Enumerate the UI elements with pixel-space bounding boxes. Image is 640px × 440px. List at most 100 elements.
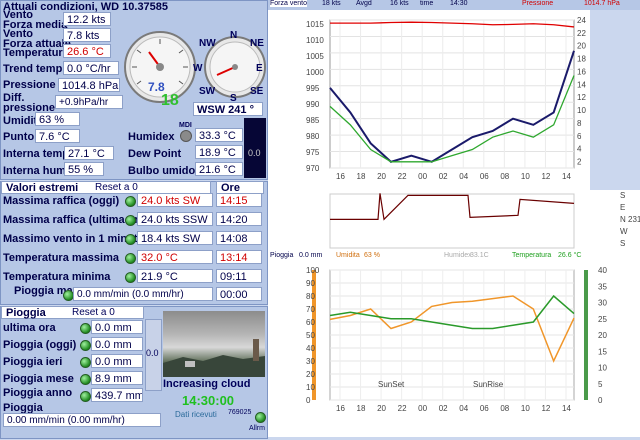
y-left-tick-label: 1005 xyxy=(306,52,324,61)
bottom-legend-temp-value: 26.6 °C xyxy=(558,252,582,259)
y-left-tick-label: 970 xyxy=(306,164,320,173)
wind-pressure-svg: 16 18 20 22 00 02 04 06 08 10 12 141015101010051000… xyxy=(306,16,586,181)
y-left-tick-label: 80 xyxy=(306,292,315,301)
compass-ne: NE xyxy=(250,38,264,49)
x-tick-label: 20 xyxy=(377,172,386,181)
sunset-label: SunSet xyxy=(378,380,405,389)
y-left-tick-label: 70 xyxy=(306,305,315,314)
x-tick-label: 00 xyxy=(418,404,427,413)
direction-axis-label: S xyxy=(620,191,625,200)
rain-row-led xyxy=(80,340,91,351)
y-right-tick-label: 10 xyxy=(577,106,586,115)
rain-row-label: ultima ora xyxy=(3,322,56,334)
rain-reset[interactable]: Reset a 0 xyxy=(72,307,115,318)
y-left-tick-label: 975 xyxy=(306,148,320,157)
alarm-led xyxy=(255,412,266,423)
top-legend-value: 14:30 xyxy=(450,0,468,7)
bottom-legend-humidex-label: Humidex xyxy=(444,252,472,259)
direction-axis-label: E xyxy=(620,203,625,212)
humidex-value: 33.3 °C xyxy=(195,128,243,142)
y-left-tick-label: 1000 xyxy=(306,68,324,77)
y-right-tick-label: 22 xyxy=(577,29,586,38)
int-hum-value: 55 % xyxy=(64,162,104,176)
rain-row-value: 439.7 mm xyxy=(91,388,143,402)
y-left-tick-label: 30 xyxy=(306,357,315,366)
rain-row-led xyxy=(80,323,91,334)
x-tick-label: 10 xyxy=(521,404,530,413)
y-left-tick-label: 50 xyxy=(306,331,315,340)
webcam-scene xyxy=(163,339,265,377)
bottom-legend-rain-label: Pioggia xyxy=(270,252,294,259)
temp-bar-right xyxy=(584,270,588,400)
dew-value: 7.6 °C xyxy=(35,129,80,143)
rain-row-led xyxy=(80,374,91,385)
x-tick-label: 12 xyxy=(541,404,550,413)
rain-row-value: 0.0 mm xyxy=(91,354,143,368)
extremes-reset[interactable]: Reset a 0 xyxy=(95,182,138,193)
x-tick-label: 22 xyxy=(398,404,407,413)
y-right-tick-label: 6 xyxy=(577,132,582,141)
x-tick-label: 04 xyxy=(459,172,468,181)
x-tick-label: 08 xyxy=(500,404,509,413)
compass-sw: SW xyxy=(199,86,216,97)
y-right-tick-label: 14 xyxy=(577,80,586,89)
extreme-value: 21.9 °C xyxy=(137,269,213,283)
x-tick-label: 00 xyxy=(418,172,427,181)
extreme-label: Temperatura minima xyxy=(3,271,111,283)
extreme-time: 14:15 xyxy=(216,193,262,207)
y-right-tick-label: 2 xyxy=(577,158,582,167)
compass-w: W xyxy=(193,63,203,74)
y-right-tick-label: 12 xyxy=(577,93,586,102)
bottom-legend-temp-label: Temperatura xyxy=(512,252,552,259)
direction-plot-area xyxy=(329,193,575,249)
temp-label: Temperatura xyxy=(3,47,69,59)
humidex-label: Humidex xyxy=(128,131,175,143)
x-tick-label: 16 xyxy=(336,404,345,413)
y-left-tick-label: 990 xyxy=(306,100,320,109)
bottom-legend-humidex-value: 33.1C xyxy=(470,252,489,259)
rain-row-value: 0.0 mm xyxy=(91,337,143,351)
y-left-tick-label: 20 xyxy=(306,370,315,379)
y-left-tick-label: 40 xyxy=(306,344,315,353)
humidity-temp-chart: 16 18 20 22 00 02 04 06 08 10 12 14 100 90 80 70 60 50 40 3… xyxy=(268,262,640,437)
y-right-tick-label: 8 xyxy=(577,119,582,128)
plot-area xyxy=(329,19,575,169)
direction-svg: SENWS231 xyxy=(329,191,640,249)
compass-nw: NW xyxy=(199,38,216,49)
direction-chart: S E N W S 231 xyxy=(268,190,640,252)
humidity-value: 63 % xyxy=(35,112,80,126)
bottom-legend-umidita-label: Umidita xyxy=(336,252,360,259)
y-left-tick-label: 0 xyxy=(306,396,311,405)
wind-direction-value: WSW 241 ° xyxy=(193,102,263,116)
wetbulb-value: 21.6 °C xyxy=(195,162,243,176)
y-right-tick-label: 35 xyxy=(598,282,607,291)
x-tick-label: 18 xyxy=(357,404,366,413)
top-legend-label: Forza vento xyxy=(270,0,307,7)
x-tick-label: 22 xyxy=(398,172,407,181)
y-left-tick-label: 90 xyxy=(306,279,315,288)
pressure-value: 1014.8 hPa xyxy=(58,78,120,92)
bottom-legend-rain-value: 0.0 mm xyxy=(299,252,323,259)
rain-row-label: Pioggia mese xyxy=(3,373,74,385)
extreme-value: 32.0 °C xyxy=(137,250,213,264)
pressure-diff-label: Diff. pressione xyxy=(3,92,55,114)
dewpoint-value: 18.9 °C xyxy=(195,145,243,159)
x-tick-label: 12 xyxy=(541,172,550,181)
y-right-tick-label: 15 xyxy=(598,347,607,356)
x-tick-label: 06 xyxy=(480,172,489,181)
wind-avg-label: Vento Forza media xyxy=(3,9,68,31)
x-tick-label: 06 xyxy=(480,404,489,413)
y-left-tick-label: 60 xyxy=(306,318,315,327)
int-temp-label: Interna temp. xyxy=(3,148,73,160)
x-tick-label: 10 xyxy=(521,172,530,181)
webcam-caption: Increasing cloud xyxy=(163,378,251,390)
trend-label: Trend temp xyxy=(3,63,63,75)
x-tick-label: 02 xyxy=(439,404,448,413)
int-hum-label: Interna hum xyxy=(3,165,66,177)
y-left-tick-label: 985 xyxy=(306,116,320,125)
top-legend-value: 16 kts xyxy=(390,0,409,7)
data-received-label: Dati ricevuti xyxy=(175,410,217,419)
alarm-label[interactable]: Allrm xyxy=(249,425,265,432)
pressure-diff-value: +0.9hPa/hr xyxy=(55,95,123,109)
wind-avg-value: 12.2 kts xyxy=(63,12,111,26)
